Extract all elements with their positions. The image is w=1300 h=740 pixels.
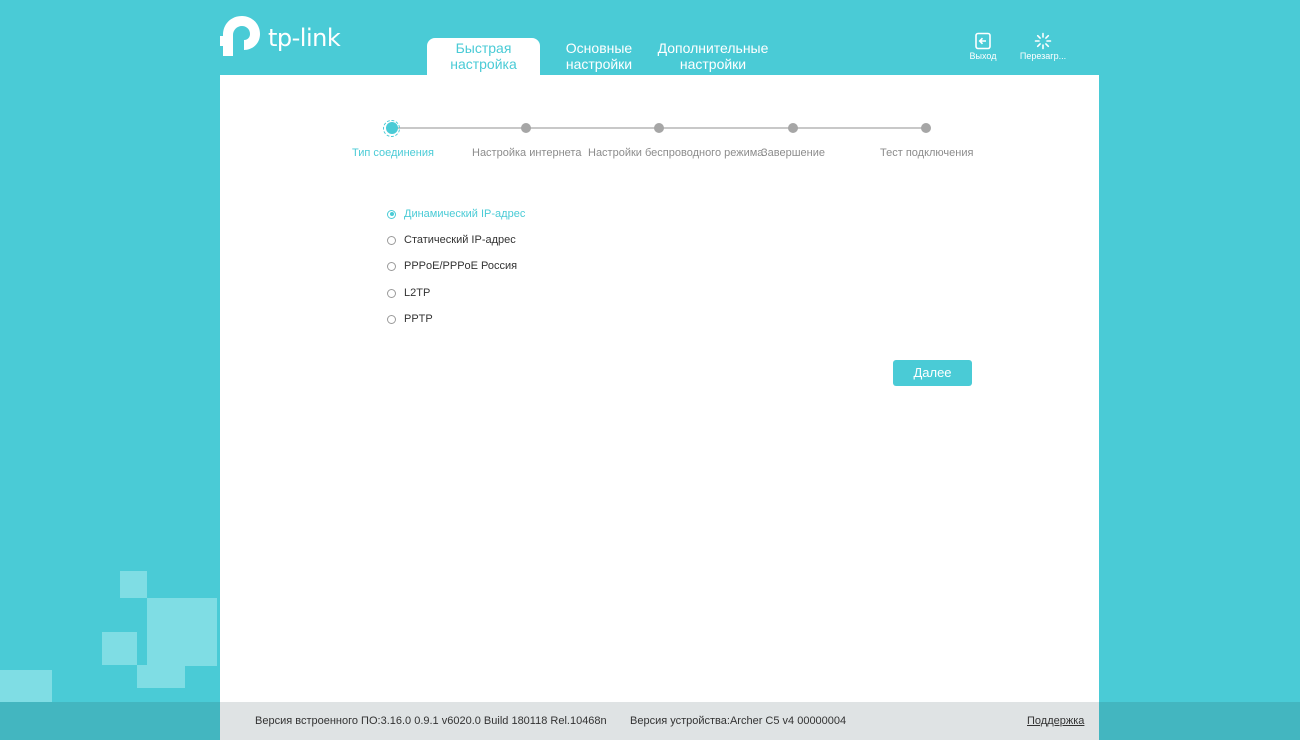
footer-bar: Версия встроенного ПО:3.16.0 0.9.1 v6020… [220,702,1099,740]
logout-button[interactable]: Выход [963,32,1003,61]
tab-label-line2: настройка [450,56,517,72]
wizard-step-dot [654,123,664,133]
step-label-connection-type: Тип соединения [352,147,434,159]
step-label-finish: Завершение [761,147,825,159]
radio-static-ip[interactable]: Статический IP-адрес [387,232,516,248]
tab-label-line1: Быстрая [455,40,512,56]
wizard-step-dot [921,123,931,133]
hardware-version: Версия устройства:Archer C5 v4 00000004 [630,715,847,727]
radio-button[interactable] [387,261,396,271]
reboot-label: Перезагр... [1019,51,1067,61]
radio-dynamic-ip[interactable]: Динамический IP-адрес [387,206,525,222]
radio-l2tp[interactable]: L2TP [387,285,430,301]
support-link[interactable]: Поддержка [1027,715,1084,727]
radio-button[interactable] [387,209,396,219]
step-label-internet-setup: Настройка интернета [472,147,582,159]
tp-link-logo-mark [220,16,260,56]
tab-advanced[interactable]: Дополнительные настройки [651,38,775,75]
footer: Версия встроенного ПО:3.16.0 0.9.1 v6020… [0,702,1300,740]
radio-label: PPPoE/PPPoE Россия [404,260,518,272]
radio-pptp[interactable]: PPTP [387,311,433,327]
radio-label: Статический IP-адрес [404,234,516,246]
wizard-step-dot [386,122,398,134]
logout-label: Выход [969,51,997,61]
next-button[interactable]: Далее [893,360,972,386]
tab-label-line1: Основные [565,40,633,56]
radio-button[interactable] [387,288,396,298]
radio-label: PPTP [404,313,433,325]
radio-label: Динамический IP-адрес [404,208,526,220]
radio-label: L2TP [404,287,431,299]
step-label-wireless-setup: Настройки беспроводного режима [588,147,764,159]
radio-button[interactable] [387,314,396,324]
tp-link-logo[interactable]: tp-link [220,14,350,60]
tab-quick-setup[interactable]: Быстрая настройка [427,38,540,75]
main-panel: Тип соединения Настройка интернета Настр… [220,75,1099,702]
reboot-button[interactable]: Перезагр... [1014,32,1072,61]
tab-label-line2: настройки [679,56,747,72]
wizard-step-dot [521,123,531,133]
tab-label-line1: Дополнительные [657,40,769,56]
decor-square [147,598,217,666]
logo-text: tp-link [268,24,341,52]
logout-icon [975,32,991,50]
step-label-connection-test: Тест подключения [880,147,974,159]
radio-pppoe[interactable]: PPPoE/PPPoE Россия [387,258,517,274]
tab-basic[interactable]: Основные настройки [556,38,642,75]
decor-square [120,571,147,598]
decor-square [102,632,137,665]
reboot-icon [1034,32,1052,50]
decor-square [137,665,185,688]
tab-label-line2: настройки [565,56,633,72]
firmware-version: Версия встроенного ПО:3.16.0 0.9.1 v6020… [255,715,607,727]
radio-button[interactable] [387,235,396,245]
wizard-step-dot [788,123,798,133]
